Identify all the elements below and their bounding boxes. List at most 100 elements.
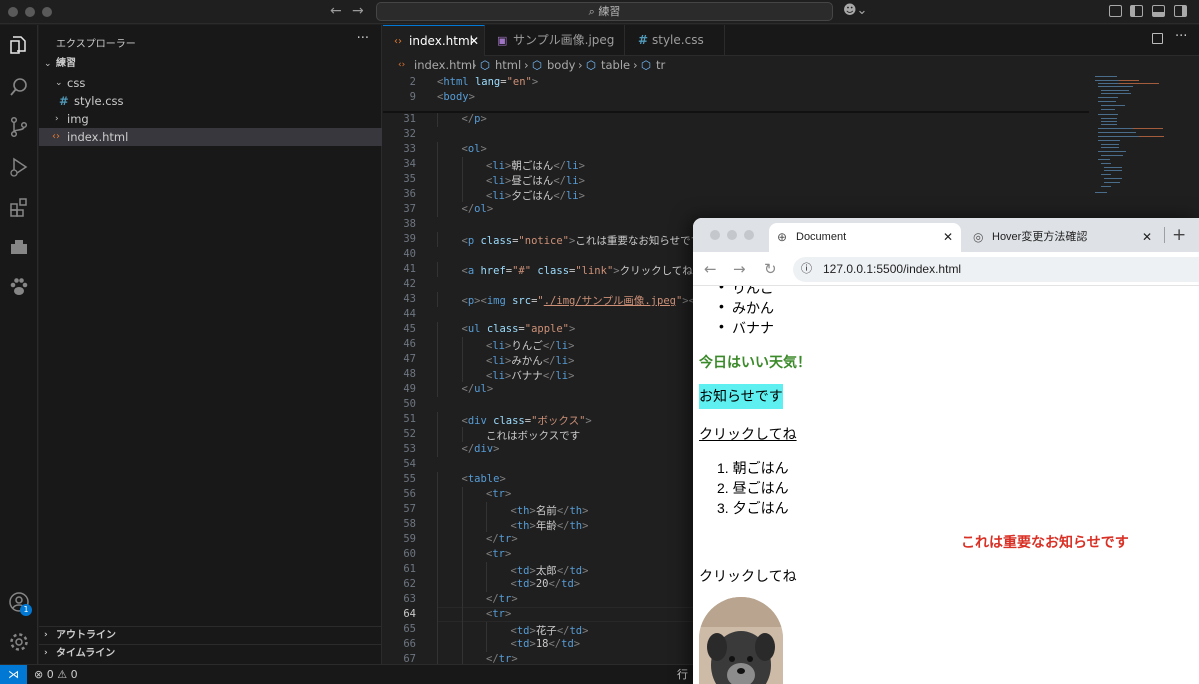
site-info-icon[interactable]: ⓘ — [801, 257, 812, 282]
code-line[interactable]: </tr> — [486, 533, 518, 545]
browser-zoom-button[interactable] — [744, 230, 754, 240]
browser-tab-hover[interactable]: ◎ Hover変更方法確認 ✕ — [965, 223, 1155, 252]
code-line[interactable]: </tr> — [486, 653, 518, 664]
link-click[interactable]: クリックしてね — [699, 424, 797, 444]
chevron-right-icon: › — [55, 114, 59, 124]
code-line[interactable]: <table> — [462, 473, 506, 485]
green-text: 今日はいい天気！ — [699, 354, 811, 370]
toggle-secondary-sidebar-icon[interactable] — [1174, 5, 1187, 17]
code-line[interactable]: <td>18</td> — [511, 638, 581, 650]
back-arrow-icon[interactable]: ← — [330, 3, 342, 19]
tree-item-style-css[interactable]: # style.css — [39, 92, 382, 110]
forward-arrow-icon[interactable]: → — [733, 260, 746, 278]
code-line[interactable]: <li>夕ごはん</li> — [486, 188, 585, 203]
browser-minimize-button[interactable] — [727, 230, 737, 240]
link-click-plain[interactable]: クリックしてね — [699, 566, 797, 586]
code-line[interactable]: <li>りんご</li> — [486, 338, 574, 353]
indent-guide — [461, 367, 463, 382]
close-icon[interactable]: ✕ — [943, 223, 953, 252]
breadcrumb-body[interactable]: body — [547, 56, 575, 74]
breadcrumb-html[interactable]: html — [495, 56, 521, 74]
search-icon[interactable] — [8, 76, 30, 98]
code-line[interactable]: <p><img src="./img/サンプル画像.jpeg"></p> — [462, 293, 714, 308]
toggle-primary-sidebar-icon[interactable] — [1130, 5, 1143, 17]
indent-guide — [461, 427, 463, 442]
minimap[interactable] — [1089, 74, 1199, 204]
code-line[interactable]: <td>花子</td> — [511, 623, 589, 638]
code-line[interactable]: </p> — [462, 113, 487, 125]
code-line[interactable]: <ol> — [462, 143, 487, 155]
address-bar[interactable]: ⓘ 127.0.0.1:5500/index.html — [793, 257, 1199, 282]
tab-sample-image[interactable]: ▣ サンプル画像.jpeg — [485, 25, 625, 56]
code-line[interactable]: <td>20</td> — [511, 578, 581, 590]
tree-root-folder[interactable]: ⌄ 練習 — [39, 55, 382, 73]
code-line[interactable]: <th>年齢</th> — [511, 518, 589, 533]
code-line[interactable]: </ul> — [462, 383, 494, 395]
indent-guide — [437, 382, 438, 397]
breadcrumb-table[interactable]: table — [601, 56, 630, 74]
code-line[interactable]: <a href="#" class="link">クリックしてね</a> — [462, 263, 719, 278]
breadcrumb-tr[interactable]: tr — [656, 56, 665, 74]
outline-section[interactable]: › アウトライン — [39, 626, 382, 644]
code-line[interactable]: <td>太郎</td> — [511, 563, 589, 578]
command-center-search[interactable]: ⌕ 練習 — [376, 2, 833, 21]
run-debug-icon[interactable] — [8, 156, 30, 178]
code-line[interactable]: <li>みかん</li> — [486, 353, 574, 368]
indent-guide — [486, 562, 487, 577]
explorer-icon[interactable] — [8, 34, 30, 56]
window-minimize-button[interactable] — [25, 7, 35, 17]
breadcrumb-file[interactable]: index.html — [414, 56, 475, 74]
code-line[interactable]: <p class="notice">これは重要なお知らせです</p> — [462, 233, 727, 248]
code-line[interactable]: <th>名前</th> — [511, 503, 589, 518]
split-editor-icon[interactable] — [1152, 33, 1163, 44]
code-line[interactable]: <li>朝ごはん</li> — [486, 158, 585, 173]
errors-status[interactable]: ⊗ 0 ⚠ 0 — [34, 665, 78, 684]
indent-guide — [486, 577, 487, 592]
code-line[interactable]: <li>昼ごはん</li> — [486, 173, 585, 188]
code-line[interactable]: <tr> — [486, 608, 511, 620]
reload-icon[interactable]: ↻ — [764, 260, 777, 278]
remote-explorer-icon[interactable] — [8, 236, 30, 258]
browser-tab-document[interactable]: ⊕ Document ✕ — [769, 223, 961, 252]
code-line[interactable]: <tr> — [486, 488, 511, 500]
tree-item-css[interactable]: ⌄ css — [39, 74, 382, 92]
manage-gear-icon[interactable] — [8, 631, 30, 653]
tree-item-img[interactable]: › img — [39, 110, 382, 128]
tab-style-css[interactable]: # style.css — [625, 25, 725, 56]
tree-item-label: index.html — [67, 130, 129, 144]
source-control-icon[interactable] — [8, 116, 30, 138]
browser-close-button[interactable] — [710, 230, 720, 240]
new-tab-button[interactable]: + — [1172, 225, 1186, 245]
sticky-code-line[interactable]: <html lang="en"> — [437, 76, 538, 88]
code-line[interactable]: <tr> — [486, 548, 511, 560]
tab-index-html[interactable]: ‹› index.html ✕ — [383, 25, 485, 56]
code-line[interactable]: これはボックスです — [486, 428, 580, 443]
warning-count: 0 — [70, 668, 78, 681]
forward-arrow-icon[interactable]: → — [352, 3, 364, 19]
line-number: 60 — [403, 548, 416, 560]
line-number: 36 — [403, 188, 416, 200]
code-line[interactable]: </ol> — [462, 203, 494, 215]
back-arrow-icon[interactable]: ← — [704, 260, 717, 278]
customize-layout-icon[interactable] — [1109, 5, 1122, 17]
code-line[interactable]: <ul class="apple"> — [462, 323, 576, 335]
code-line[interactable]: <li>バナナ</li> — [486, 368, 574, 383]
close-icon[interactable]: ✕ — [469, 26, 479, 57]
more-actions-button[interactable]: ··· — [357, 31, 369, 46]
window-close-button[interactable] — [8, 7, 18, 17]
remote-indicator-icon[interactable]: ⋊ — [0, 665, 27, 684]
close-icon[interactable]: ✕ — [1142, 223, 1152, 252]
extensions-icon[interactable] — [8, 196, 30, 218]
timeline-section[interactable]: › タイムライン — [39, 644, 382, 662]
cursor-position[interactable]: 行 — [677, 665, 688, 684]
paw-extension-icon[interactable] — [8, 276, 30, 298]
code-line[interactable]: </div> — [462, 443, 500, 455]
code-line[interactable]: </tr> — [486, 593, 518, 605]
more-actions-icon[interactable]: ··· — [1175, 29, 1187, 44]
code-line[interactable]: <div class="ボックス"> — [462, 413, 592, 428]
window-zoom-button[interactable] — [42, 7, 52, 17]
copilot-icon[interactable]: ☻⌄ — [843, 3, 867, 18]
tree-item-index-html[interactable]: ‹› index.html — [39, 128, 382, 146]
toggle-panel-icon[interactable] — [1152, 5, 1165, 17]
sticky-code-line[interactable]: <body> — [437, 91, 475, 103]
